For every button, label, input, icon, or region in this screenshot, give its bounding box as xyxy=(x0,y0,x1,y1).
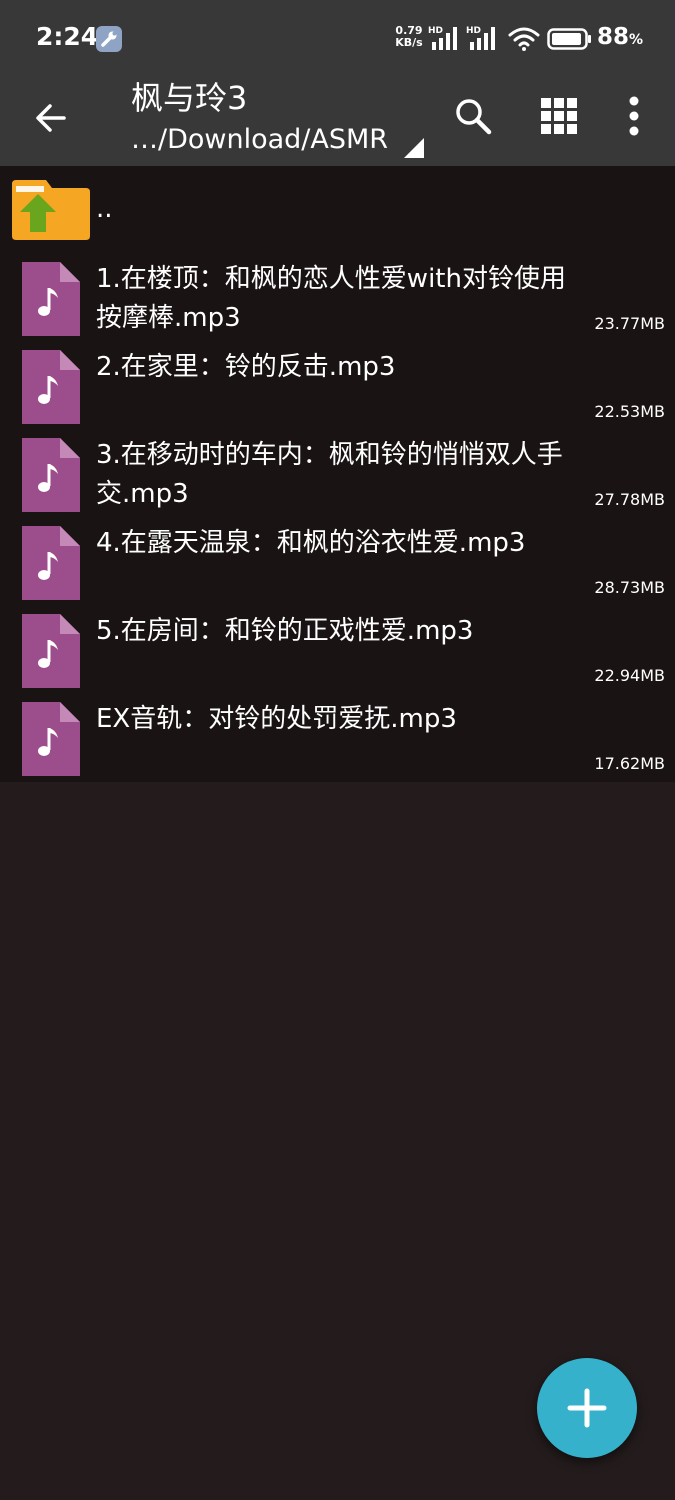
file-size: 22.53MB xyxy=(594,402,665,421)
file-name: 3.在移动时的车内：枫和铃的悄悄双人手交.mp3 xyxy=(96,440,563,509)
folder-path[interactable]: …/Download/ASMR xyxy=(131,122,388,158)
file-size: 23.77MB xyxy=(594,314,665,333)
file-list: .. 1.在楼顶：和枫的恋人性爱with对铃使用按摩棒.mp3 23.77MB … xyxy=(0,166,675,782)
folder-title: 枫与玲3 xyxy=(131,79,248,117)
file-row[interactable]: 5.在房间：和铃的正戏性爱.mp3 22.94MB xyxy=(0,606,675,694)
file-name: 2.在家里：铃的反击.mp3 xyxy=(96,352,396,382)
screen: 2:24 0.79 KB/s HD HD 88% 枫与玲3 …/Download… xyxy=(0,0,675,1500)
file-name: 1.在楼顶：和枫的恋人性爱with对铃使用按摩棒.mp3 xyxy=(96,264,566,333)
back-arrow-icon[interactable] xyxy=(30,98,74,138)
battery-unit: % xyxy=(629,32,644,48)
file-name: 5.在房间：和铃的正戏性爱.mp3 xyxy=(96,616,474,646)
grid-view-icon[interactable] xyxy=(540,97,578,135)
wifi-icon xyxy=(508,27,540,51)
audio-file-icon xyxy=(22,350,80,424)
plus-icon xyxy=(567,1388,607,1428)
audio-file-icon xyxy=(22,702,80,776)
file-row[interactable]: 1.在楼顶：和枫的恋人性爱with对铃使用按摩棒.mp3 23.77MB xyxy=(0,254,675,342)
app-bar: 枫与玲3 …/Download/ASMR xyxy=(0,78,675,166)
audio-file-icon xyxy=(22,438,80,512)
file-size: 27.78MB xyxy=(594,490,665,509)
file-row[interactable]: 4.在露天温泉：和枫的浴衣性爱.mp3 28.73MB xyxy=(0,518,675,606)
file-name: 4.在露天温泉：和枫的浴衣性爱.mp3 xyxy=(96,528,526,558)
net-speed-unit: KB/s xyxy=(395,36,423,49)
battery-value: 88 xyxy=(597,24,630,50)
net-speed: 0.79 KB/s xyxy=(391,25,427,49)
audio-file-icon xyxy=(22,262,80,336)
parent-folder-row[interactable]: .. xyxy=(0,166,675,254)
battery-icon xyxy=(547,28,591,50)
status-time: 2:24 xyxy=(36,22,99,51)
add-fab-button[interactable] xyxy=(537,1358,637,1458)
search-icon[interactable] xyxy=(453,96,493,136)
file-size: 22.94MB xyxy=(594,666,665,685)
signal-icon: HD xyxy=(466,26,495,50)
file-size: 17.62MB xyxy=(594,754,665,773)
file-row[interactable]: 2.在家里：铃的反击.mp3 22.53MB xyxy=(0,342,675,430)
file-row[interactable]: 3.在移动时的车内：枫和铃的悄悄双人手交.mp3 27.78MB xyxy=(0,430,675,518)
up-folder-icon xyxy=(12,180,90,240)
signal-1-label: HD xyxy=(428,26,443,36)
more-vert-icon[interactable] xyxy=(622,96,646,136)
signal-2-label: HD xyxy=(466,26,481,36)
parent-folder-label: .. xyxy=(96,194,113,224)
dropdown-triangle-icon[interactable] xyxy=(404,138,424,158)
wrench-icon xyxy=(96,26,122,52)
audio-file-icon xyxy=(22,614,80,688)
file-size: 28.73MB xyxy=(594,578,665,597)
file-row[interactable]: EX音轨：对铃的处罚爱抚.mp3 17.62MB xyxy=(0,694,675,782)
status-bar: 2:24 0.79 KB/s HD HD 88% xyxy=(0,0,675,78)
battery-percent: 88% xyxy=(597,24,643,50)
file-name: EX音轨：对铃的处罚爱抚.mp3 xyxy=(96,704,457,734)
signal-icon: HD xyxy=(428,26,457,50)
audio-file-icon xyxy=(22,526,80,600)
